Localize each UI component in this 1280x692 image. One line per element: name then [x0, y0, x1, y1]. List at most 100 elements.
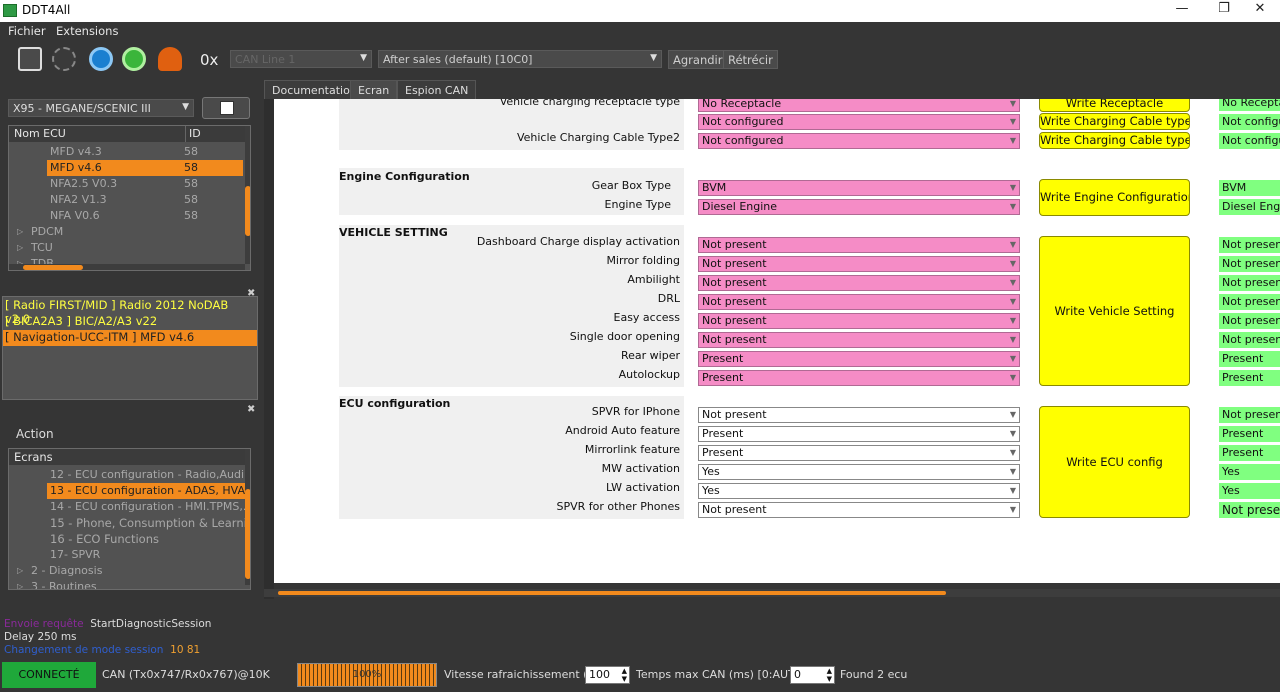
field-label: Ambilight — [627, 273, 680, 286]
group-title: Engine Configuration — [339, 170, 470, 183]
vertical-scrollbar[interactable] — [245, 449, 250, 585]
setting-select[interactable]: Present ▼ — [698, 370, 1020, 386]
chevron-down-icon: ▼ — [1009, 183, 1016, 192]
list-item-selected[interactable]: 13 - ECU configuration - ADAS, HVA... — [47, 483, 250, 499]
current-value: Yes — [1219, 464, 1280, 480]
setting-select[interactable]: Not present ▼ — [698, 332, 1020, 348]
menu-extensions[interactable]: Extensions — [56, 24, 118, 38]
gear-icon[interactable] — [89, 47, 113, 71]
chip-icon[interactable] — [52, 47, 76, 71]
table-row[interactable]: NFA2 V1.3 58 — [9, 192, 245, 208]
setting-select[interactable]: Yes ▼ — [698, 464, 1020, 480]
heart-icon[interactable] — [158, 47, 182, 71]
chevron-down-icon: ▼ — [1009, 505, 1016, 514]
field-label: Engine Type — [604, 198, 671, 211]
list-item[interactable]: [ BICA2A3 ] BIC/A2/A3 v22 — [5, 314, 255, 330]
gearbox-select[interactable]: BVM ▼ — [698, 180, 1020, 196]
connection-status: CONNECTÉ — [2, 662, 96, 688]
scan-button[interactable] — [202, 97, 250, 119]
chevron-right-icon: ▷ — [17, 227, 24, 236]
field-label: Android Auto feature — [565, 424, 680, 437]
setting-select[interactable]: Not present ▼ — [698, 407, 1020, 423]
screens-tree: Ecrans 12 - ECU configuration - Radio,Au… — [8, 448, 251, 590]
log-panel: Envoie requête StartDiagnosticSession De… — [0, 614, 1280, 660]
setting-select[interactable]: Present ▼ — [698, 351, 1020, 367]
write-receptacle-button[interactable]: Write Receptacle — [1039, 99, 1190, 112]
list-item[interactable]: 14 - ECU configuration - HMI.TPMS,... — [9, 499, 250, 515]
tree-group[interactable]: ▷ 3 - Routines — [9, 579, 245, 590]
table-row-selected[interactable]: MFD v4.6 58 — [47, 160, 243, 176]
menu-bar: Fichier Extensions — [0, 22, 1280, 40]
monitor-icon[interactable] — [18, 47, 42, 71]
field-label: SPVR for other Phones — [556, 500, 680, 513]
log-key: Changement de mode session — [4, 644, 164, 656]
setting-select[interactable]: Not present ▼ — [698, 313, 1020, 329]
ecu-screen: Vehicle charging receptacle type Vehicle… — [274, 99, 1280, 583]
list-item-selected[interactable]: [ Navigation-UCC-ITM ] MFD v4.6 — [3, 330, 257, 346]
tab-ecran[interactable]: Ecran — [350, 80, 398, 100]
list-item[interactable]: [ Radio FIRST/MID ] Radio 2012 NoDAB v2.… — [5, 298, 255, 326]
hex-icon[interactable]: 0x — [200, 51, 218, 69]
cable-type1-select[interactable]: Not configured ▼ — [698, 114, 1020, 130]
chevron-down-icon: ▼ — [1009, 278, 1016, 287]
table-row[interactable]: MFD v4.3 58 — [9, 144, 245, 160]
table-row[interactable]: NFA V0.6 58 — [9, 208, 245, 224]
chevron-down-icon: ▼ — [1009, 240, 1016, 249]
vehicle-select[interactable]: X95 - MEGANE/SCENIC III ▼ — [8, 99, 194, 117]
table-row[interactable]: NFA2.5 V0.3 58 — [9, 176, 245, 192]
setting-select[interactable]: Not present ▼ — [698, 502, 1020, 518]
chevron-down-icon: ▼ — [182, 102, 189, 112]
write-cable-type2-button[interactable]: Write Charging Cable type 2 — [1039, 132, 1190, 149]
current-value: Not present — [1219, 256, 1280, 272]
vertical-scrollbar[interactable] — [245, 126, 250, 264]
setting-select[interactable]: Not present ▼ — [698, 256, 1020, 272]
setting-select[interactable]: Not present ▼ — [698, 275, 1020, 291]
close-icon[interactable]: ✖ — [247, 404, 255, 415]
session-select[interactable]: After sales (default) [10C0] ▼ — [378, 50, 662, 68]
refresh-icon[interactable] — [122, 47, 146, 71]
column-id: ID — [185, 126, 201, 142]
field-label: Rear wiper — [620, 349, 680, 362]
engine-type-select[interactable]: Diesel Engine ▼ — [698, 199, 1020, 215]
write-vehicle-button[interactable]: Write Vehicle Setting — [1039, 236, 1190, 386]
shrink-button[interactable]: Rétrécir — [723, 50, 778, 69]
minimize-button[interactable]: — — [1162, 1, 1202, 21]
receptacle-select[interactable]: No Receptacle ▼ — [698, 99, 1020, 112]
setting-select[interactable]: Present ▼ — [698, 445, 1020, 461]
write-cable-type1-button[interactable]: Write Charging Cable type 1 — [1039, 113, 1190, 130]
can-line-select[interactable]: CAN Line 1 ▼ — [230, 50, 372, 68]
close-button[interactable]: ✕ — [1240, 1, 1280, 21]
ecu-list: [ Radio FIRST/MID ] Radio 2012 NoDAB v2.… — [2, 296, 258, 400]
tree-group[interactable]: ▷ PDCM — [9, 224, 245, 240]
setting-select[interactable]: Not present ▼ — [698, 237, 1020, 253]
chevron-right-icon: ▷ — [17, 582, 24, 590]
current-value: Present — [1219, 426, 1280, 442]
chevron-down-icon: ▼ — [1009, 448, 1016, 457]
can-timeout-spinbox[interactable]: 0 ▲ ▼ — [790, 666, 835, 684]
list-item[interactable]: 17- SPVR — [9, 547, 245, 563]
list-item[interactable]: 15 - Phone, Consumption & Learning — [9, 515, 250, 531]
list-item[interactable]: 12 - ECU configuration - Radio,Audi... — [9, 467, 250, 483]
current-value: BVM — [1219, 180, 1280, 196]
maximize-button[interactable]: ❐ — [1204, 1, 1244, 21]
horizontal-scrollbar[interactable] — [264, 589, 1280, 597]
setting-select[interactable]: Present ▼ — [698, 426, 1020, 442]
chevron-down-icon: ▼ — [1009, 486, 1016, 495]
field-label: Vehicle charging receptacle type — [499, 99, 680, 108]
enlarge-button[interactable]: Agrandir — [668, 50, 728, 69]
setting-select[interactable]: Not present ▼ — [698, 294, 1020, 310]
write-ecu-config-button[interactable]: Write ECU config — [1039, 406, 1190, 518]
cable-type2-select[interactable]: Not configured ▼ — [698, 133, 1020, 149]
tree-group[interactable]: ▷ TCU — [9, 240, 245, 256]
current-value: No Receptacle — [1219, 99, 1280, 111]
list-item[interactable]: 16 - ECO Functions — [9, 531, 245, 547]
tab-espion-can[interactable]: Espion CAN — [397, 80, 477, 100]
setting-select[interactable]: Yes ▼ — [698, 483, 1020, 499]
write-engine-button[interactable]: Write Engine Configuration — [1039, 179, 1190, 216]
tree-group[interactable]: ▷ 2 - Diagnosis — [9, 563, 245, 579]
field-label: Single door opening — [569, 330, 680, 343]
horizontal-scrollbar[interactable] — [9, 264, 245, 270]
refresh-spinbox[interactable]: 100 ▲ ▼ — [585, 666, 630, 684]
log-value: 10 81 — [170, 644, 201, 656]
menu-file[interactable]: Fichier — [8, 24, 46, 38]
